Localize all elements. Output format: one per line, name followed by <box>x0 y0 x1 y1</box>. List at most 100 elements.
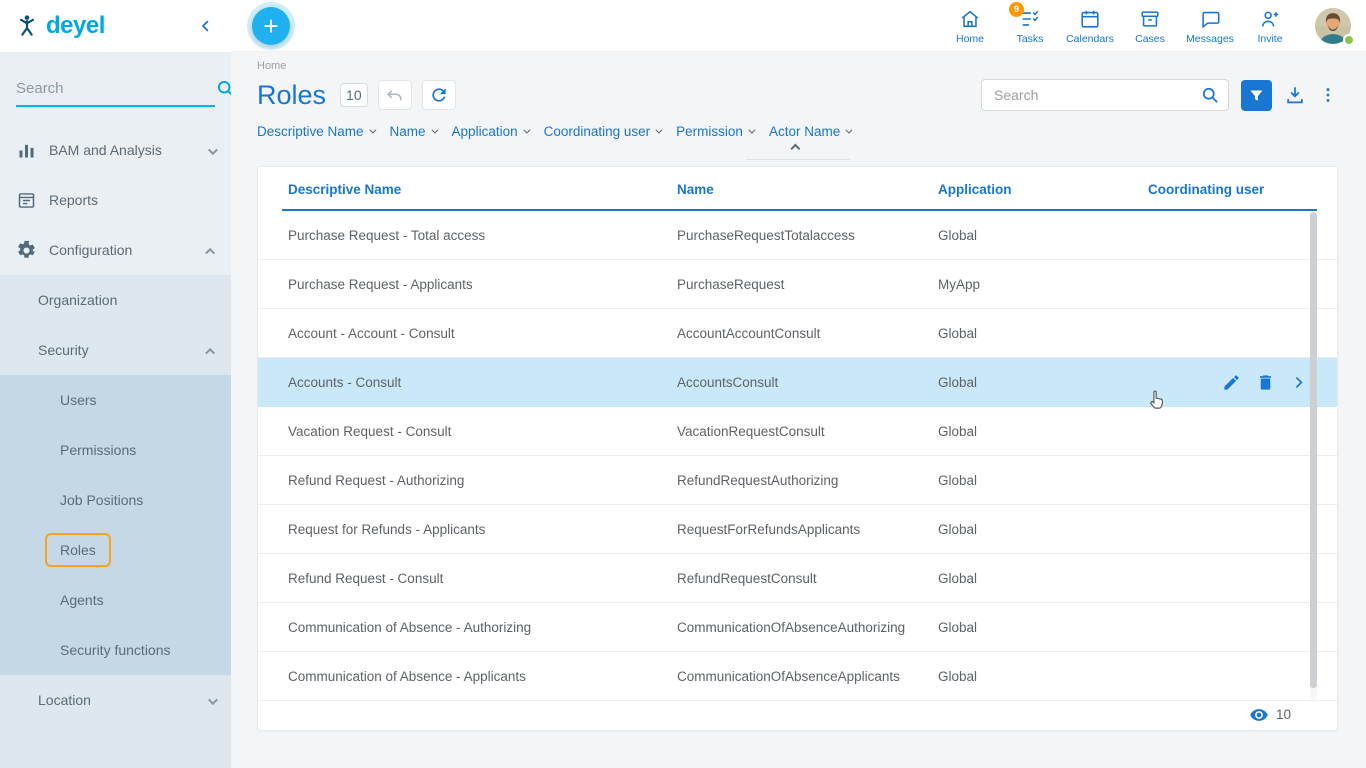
sidebar-header: deyel <box>0 0 231 52</box>
sidebar-item-configuration[interactable]: Configuration <box>0 225 231 275</box>
filter-button[interactable] <box>1241 80 1272 111</box>
topbar-item-tasks[interactable]: 9Tasks <box>1000 6 1060 45</box>
topbar-item-invite[interactable]: Invite <box>1240 6 1300 45</box>
column-header-application[interactable]: Application <box>938 182 1148 197</box>
sidebar: deyel BAM and Analysis Reports Configurati… <box>0 0 231 768</box>
edit-icon[interactable] <box>1222 373 1241 392</box>
chevron-down-icon <box>656 127 663 134</box>
cell: CommunicationOfAbsenceApplicants <box>677 669 938 684</box>
sidebar-item-label: Configuration <box>49 242 132 258</box>
filters-row: Descriptive Name Name Application Coordinat… <box>257 124 1338 139</box>
more-options-button[interactable] <box>1318 79 1338 111</box>
breadcrumb[interactable]: Home <box>257 60 1338 72</box>
sidebar-item-users[interactable]: Users <box>0 375 231 425</box>
topbar-item-label: Calendars <box>1066 33 1114 45</box>
sidebar-item-label: Security functions <box>60 642 171 658</box>
chevron-right-icon[interactable] <box>1290 374 1307 391</box>
table-row[interactable]: Refund Request - AuthorizingRefundReques… <box>258 456 1337 505</box>
sidebar-item-security[interactable]: Security <box>0 325 231 375</box>
topbar: + Home 9Tasks Calendars Cases Messages Invite <box>231 0 1366 52</box>
page-title: Roles <box>257 80 326 111</box>
visible-count-eye-icon <box>1249 705 1269 725</box>
messages-icon <box>1199 8 1221 30</box>
filter-chip-descriptive-name[interactable]: Descriptive Name <box>257 124 374 139</box>
refresh-button[interactable] <box>422 80 456 110</box>
user-avatar[interactable] <box>1314 7 1352 45</box>
column-header-name[interactable]: Name <box>677 182 938 197</box>
sidebar-collapse-button[interactable] <box>197 17 215 35</box>
sidebar-item-organization[interactable]: Organization <box>0 275 231 325</box>
collapse-filters-control[interactable] <box>746 143 850 160</box>
column-header-descriptive-name[interactable]: Descriptive Name <box>288 182 677 197</box>
chevron-down-icon[interactable] <box>208 692 215 708</box>
scrollbar-thumb[interactable] <box>1310 212 1317 688</box>
sidebar-item-agents[interactable]: Agents <box>0 575 231 625</box>
cell: Communication of Absence - Applicants <box>288 669 677 684</box>
table-row[interactable]: Communication of Absence - AuthorizingCo… <box>258 603 1337 652</box>
table-row[interactable]: Purchase Request - Total accessPurchaseR… <box>258 211 1337 260</box>
table-row[interactable]: Communication of Absence - ApplicantsCom… <box>258 652 1337 701</box>
filter-chip-label: Name <box>390 124 426 139</box>
filter-chip-application[interactable]: Application <box>452 124 528 139</box>
topbar-item-messages[interactable]: Messages <box>1180 6 1240 45</box>
sidebar-item-security-functions[interactable]: Security functions <box>0 625 231 675</box>
cell: Refund Request - Authorizing <box>288 473 677 488</box>
reports-icon <box>16 190 37 211</box>
cell: Global <box>938 326 1148 341</box>
filter-chip-actor-name[interactable]: Actor Name <box>769 124 850 139</box>
table-footer: 10 <box>258 699 1337 730</box>
list-search-input[interactable] <box>994 87 1200 103</box>
table-scrollbar <box>1310 212 1317 700</box>
sidebar-item-reports[interactable]: Reports <box>0 175 231 225</box>
tasks-badge: 9 <box>1009 2 1024 17</box>
chevron-down-icon[interactable] <box>208 142 215 158</box>
sidebar-item-permissions[interactable]: Permissions <box>0 425 231 475</box>
delete-icon[interactable] <box>1256 373 1275 392</box>
filter-chip-name[interactable]: Name <box>390 124 436 139</box>
filter-chip-permission[interactable]: Permission <box>676 124 753 139</box>
list-toolbar <box>981 79 1338 111</box>
topbar-item-home[interactable]: Home <box>940 6 1000 45</box>
chevron-down-icon <box>431 127 438 134</box>
topbar-item-label: Invite <box>1257 33 1282 45</box>
sidebar-search-input[interactable] <box>16 80 215 97</box>
invite-icon <box>1259 8 1281 30</box>
topbar-item-label: Cases <box>1135 33 1165 45</box>
logo-figure-icon <box>14 13 40 39</box>
sidebar-item-job-positions[interactable]: Job Positions <box>0 475 231 525</box>
cell: Global <box>938 424 1148 439</box>
roles-table-card: Descriptive NameNameApplicationCoordinat… <box>257 166 1338 731</box>
app-root: deyel BAM and Analysis Reports Configurati… <box>0 0 1366 768</box>
table-row[interactable]: Purchase Request - ApplicantsPurchaseReq… <box>258 260 1337 309</box>
filter-chip-coordinating-user[interactable]: Coordinating user <box>544 124 661 139</box>
sidebar-item-roles[interactable]: Roles <box>0 525 231 575</box>
restore-view-button[interactable] <box>378 80 412 110</box>
home-icon <box>959 8 981 30</box>
chevron-up-icon[interactable] <box>208 242 215 258</box>
filter-chip-label: Descriptive Name <box>257 124 364 139</box>
sidebar-item-location[interactable]: Location <box>0 675 231 725</box>
table-row[interactable]: Vacation Request - ConsultVacationReques… <box>258 407 1337 456</box>
topbar-item-label: Home <box>956 33 984 45</box>
content: Home Roles 10 <box>231 52 1366 768</box>
sidebar-item-label: Location <box>38 692 91 708</box>
sidebar-item-label: BAM and Analysis <box>49 142 162 158</box>
cell: Accounts - Consult <box>288 375 677 390</box>
topbar-item-cases[interactable]: Cases <box>1120 6 1180 45</box>
logo-text: deyel <box>46 12 105 40</box>
cell: Purchase Request - Total access <box>288 228 677 243</box>
table-row[interactable]: Account - Account - ConsultAccountAccoun… <box>258 309 1337 358</box>
table-row[interactable]: Request for Refunds - ApplicantsRequestF… <box>258 505 1337 554</box>
table-row[interactable]: Refund Request - ConsultRefundRequestCon… <box>258 554 1337 603</box>
topbar-item-calendars[interactable]: Calendars <box>1060 6 1120 45</box>
chevron-down-icon <box>523 127 530 134</box>
search-submit-icon[interactable] <box>1200 85 1220 105</box>
download-button[interactable] <box>1284 79 1306 111</box>
chevron-up-icon[interactable] <box>208 342 215 358</box>
column-header-coordinating-user[interactable]: Coordinating user <box>1148 182 1337 197</box>
table-row[interactable]: Accounts - ConsultAccountsConsultGlobal <box>258 358 1337 407</box>
cell: Global <box>938 620 1148 635</box>
add-button[interactable]: + <box>252 7 290 45</box>
sidebar-item-bam-and-analysis[interactable]: BAM and Analysis <box>0 125 231 175</box>
calendar-icon <box>1079 8 1101 30</box>
